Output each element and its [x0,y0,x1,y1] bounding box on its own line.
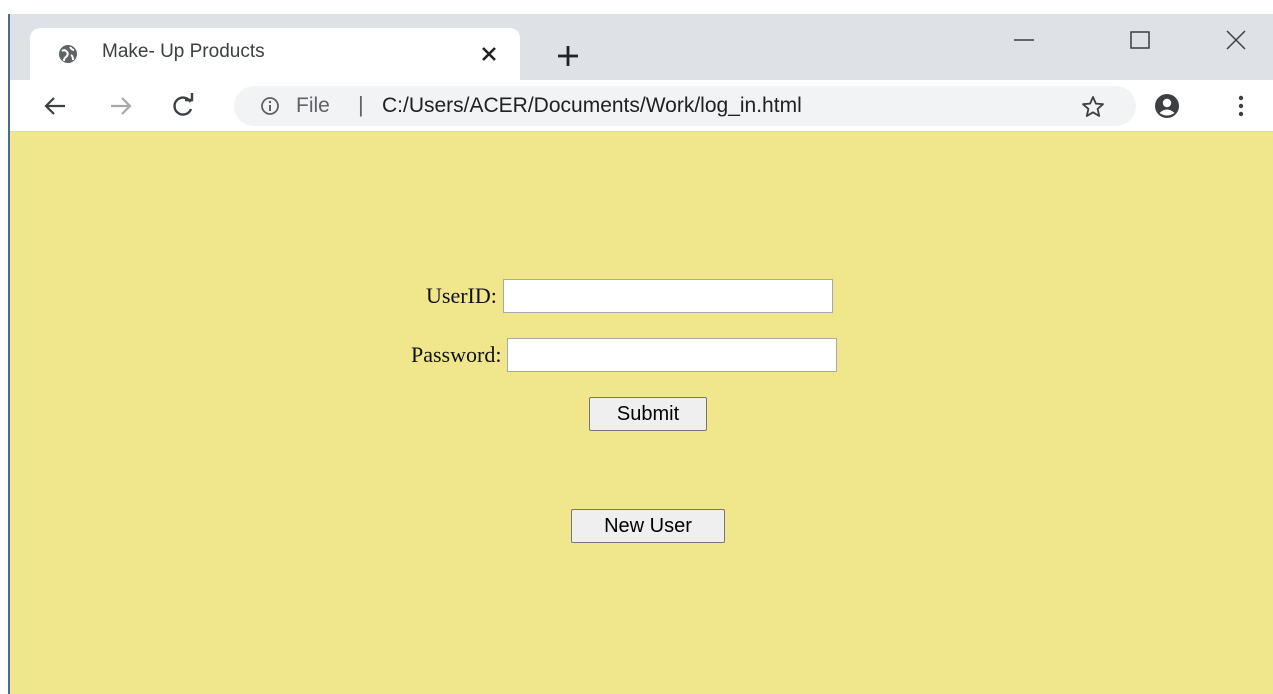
tab-strip: Make- Up Products [10,14,1273,80]
userid-input[interactable] [502,279,833,313]
address-bar[interactable]: File | C:/Users/ACER/Documents/Work/log_… [234,86,1136,126]
profile-icon[interactable] [1154,93,1180,119]
userid-row: UserID: [426,279,833,313]
submit-button[interactable]: Submit [589,397,707,431]
userid-label: UserID: [426,283,497,308]
close-icon[interactable] [478,43,500,65]
minimize-icon[interactable] [1012,28,1036,52]
address-separator: | [358,92,364,117]
reload-icon[interactable] [170,93,196,119]
tab-title: Make- Up Products [102,41,265,62]
back-arrow-icon[interactable] [42,93,68,119]
page-content: UserID: Password: Submit New User [10,132,1273,694]
plus-icon[interactable] [556,44,580,68]
password-input[interactable] [507,338,838,372]
file-label: File [296,94,330,117]
forward-arrow-icon[interactable] [108,93,134,119]
menu-dots-icon[interactable] [1228,93,1254,119]
maximize-icon[interactable] [1128,28,1152,52]
info-icon[interactable] [260,96,280,116]
star-icon[interactable] [1080,94,1106,120]
browser-tab[interactable]: Make- Up Products [30,28,520,80]
password-row: Password: [411,338,838,372]
password-label: Password: [411,342,502,367]
window-left-frame [0,14,10,694]
window-top-edge [0,0,1273,14]
globe-icon [59,45,77,63]
browser-toolbar: File | C:/Users/ACER/Documents/Work/log_… [10,80,1273,132]
url-text[interactable]: C:/Users/ACER/Documents/Work/log_in.html [382,94,802,118]
new-user-button[interactable]: New User [571,509,725,543]
window-close-icon[interactable] [1224,28,1248,52]
